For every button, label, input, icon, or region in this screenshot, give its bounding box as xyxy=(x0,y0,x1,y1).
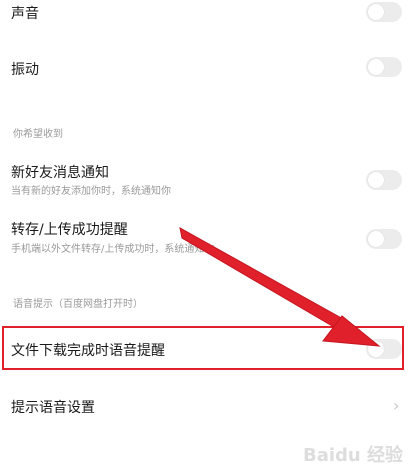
voice-settings-label: 提示语音设置 xyxy=(11,400,95,416)
transfer-upload-subtitle: 手机端以外文件转存/上传成功时，系统通知你 xyxy=(11,244,215,255)
sound-toggle[interactable] xyxy=(366,2,402,22)
transfer-upload-row[interactable]: 转存/上传成功提醒 手机端以外文件转存/上传成功时，系统通知你 xyxy=(0,217,411,257)
sound-row[interactable]: 声音 xyxy=(0,0,411,26)
voice-settings-row[interactable]: 提示语音设置 xyxy=(0,392,411,420)
vibration-label: 振动 xyxy=(11,62,39,78)
sound-label: 声音 xyxy=(11,6,39,22)
sound-toggle-knob xyxy=(368,4,384,20)
section-voice: 语音提示（百度网盘打开时） xyxy=(13,299,143,310)
vibration-row[interactable]: 振动 xyxy=(0,52,411,82)
baidu-watermark: Baidu 经验 xyxy=(302,445,403,466)
chevron-right-icon: › xyxy=(393,396,400,415)
transfer-upload-label: 转存/上传成功提醒 xyxy=(11,222,128,238)
vibration-toggle[interactable] xyxy=(366,57,402,77)
new-friend-label: 新好友消息通知 xyxy=(11,165,109,181)
transfer-upload-toggle[interactable] xyxy=(366,229,402,249)
annotation-highlight-box xyxy=(2,326,404,370)
new-friend-toggle[interactable] xyxy=(366,170,402,190)
new-friend-row[interactable]: 新好友消息通知 当有新的好友添加你时，系统通知你 xyxy=(0,160,411,198)
vibration-toggle-knob xyxy=(368,59,384,75)
section-hope-receive: 你希望收到 xyxy=(13,129,63,140)
transfer-upload-toggle-knob xyxy=(368,231,384,247)
new-friend-toggle-knob xyxy=(368,172,384,188)
new-friend-subtitle: 当有新的好友添加你时，系统通知你 xyxy=(11,186,171,197)
